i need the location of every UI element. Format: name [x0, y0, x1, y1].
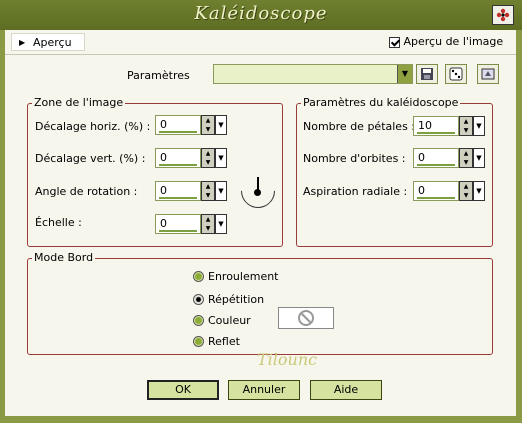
radio-label: Enroulement: [208, 269, 279, 283]
horiz-offset-label: Décalage horiz. (%) :: [35, 120, 151, 133]
spin-arrows[interactable]: ▲ ▼: [459, 116, 473, 136]
orbits-spinner[interactable]: 0 ▲ ▼ ▼: [413, 148, 487, 170]
preview-strip: ▶ Aperçu Aperçu de l'image: [5, 30, 516, 54]
spin-arrows[interactable]: ▲ ▼: [459, 181, 473, 201]
arrow-up-icon[interactable]: ▲: [202, 182, 214, 191]
vert-offset-label: Décalage vert. (%) :: [35, 152, 146, 165]
radio-wrap[interactable]: Enroulement: [193, 269, 279, 283]
no-color-icon: [298, 310, 314, 326]
orbits-label: Nombre d'orbites :: [303, 152, 406, 165]
chevron-down-icon[interactable]: ▼: [473, 116, 485, 136]
preview-toggle[interactable]: ▶ Aperçu: [11, 33, 85, 51]
arrow-up-icon[interactable]: ▲: [202, 215, 214, 224]
radio-label: Couleur: [208, 313, 251, 327]
radio-color[interactable]: Couleur: [193, 313, 251, 327]
edge-mode-title: Mode Bord: [32, 251, 96, 264]
preview-checkbox[interactable]: Aperçu de l'image: [389, 35, 503, 48]
radial-spinner[interactable]: 0 ▲ ▼ ▼: [413, 181, 487, 203]
reset-icon: [481, 68, 495, 80]
rotation-angle-spinner[interactable]: 0 ▲ ▼ ▼: [155, 181, 229, 203]
arrow-up-icon[interactable]: ▲: [202, 149, 214, 158]
arrow-down-icon[interactable]: ▼: [202, 158, 214, 167]
ok-button[interactable]: OK: [147, 380, 219, 400]
kaleido-title: Paramètres du kaléidoscope: [301, 96, 461, 109]
vert-offset-input[interactable]: 0: [155, 148, 201, 168]
params-label: Paramètres: [127, 69, 190, 82]
horiz-offset-input[interactable]: 0: [155, 115, 201, 135]
watermark: Tilounc: [257, 350, 318, 369]
divider: [5, 54, 516, 55]
vert-offset-spinner[interactable]: 0 ▲ ▼ ▼: [155, 148, 229, 170]
horiz-offset-spinner[interactable]: 0 ▲ ▼ ▼: [155, 115, 229, 137]
window-title: Kaléidoscope: [194, 3, 328, 24]
spin-arrows[interactable]: ▲ ▼: [201, 115, 215, 135]
chevron-down-icon[interactable]: ▼: [215, 214, 227, 234]
arrow-up-icon[interactable]: ▲: [460, 149, 472, 158]
arrow-down-icon[interactable]: ▼: [460, 158, 472, 167]
radio-icon[interactable]: [193, 270, 204, 282]
radio-label: Reflet: [208, 334, 240, 348]
help-button[interactable]: Aide: [310, 380, 382, 400]
arrow-down-icon[interactable]: ▼: [202, 125, 214, 134]
orbits-input[interactable]: 0: [413, 148, 459, 168]
arrow-down-icon[interactable]: ▼: [202, 191, 214, 200]
arrow-up-icon[interactable]: ▲: [460, 182, 472, 191]
scale-input[interactable]: 0: [155, 214, 201, 234]
params-dropdown[interactable]: ▼: [213, 64, 413, 84]
radial-label: Aspiration radiale :: [303, 185, 408, 198]
flower-icon[interactable]: [492, 5, 514, 25]
petals-input[interactable]: 10: [413, 116, 459, 136]
scale-spinner[interactable]: 0 ▲ ▼ ▼: [155, 214, 229, 236]
preview-toggle-label: Aperçu: [33, 36, 72, 49]
spin-arrows[interactable]: ▲ ▼: [201, 181, 215, 201]
floppy-icon: [421, 68, 433, 80]
scale-label: Échelle :: [35, 216, 82, 229]
dice-icon: [449, 67, 463, 81]
chevron-down-icon[interactable]: ▼: [215, 115, 227, 135]
spin-arrows[interactable]: ▲ ▼: [201, 148, 215, 168]
dialog-client: ▶ Aperçu Aperçu de l'image Paramètres ▼ …: [5, 30, 516, 416]
random-preset-button[interactable]: [445, 64, 467, 84]
radio-icon[interactable]: [193, 314, 204, 326]
title-bar[interactable]: Kaléidoscope: [0, 0, 522, 30]
radio-repeat[interactable]: Répétition: [193, 292, 264, 306]
chevron-down-icon[interactable]: ▼: [215, 181, 227, 201]
preview-checkbox-label: Aperçu de l'image: [403, 35, 504, 48]
save-preset-button[interactable]: [416, 64, 438, 84]
rotation-angle-label: Angle de rotation :: [35, 185, 138, 198]
cancel-button[interactable]: Annuler: [228, 380, 300, 400]
color-swatch[interactable]: [278, 307, 334, 329]
dial-center: [254, 189, 261, 196]
dialog-window: Kaléidoscope ▶ Aperçu Aperçu de l'image …: [0, 0, 522, 423]
chevron-down-icon[interactable]: ▼: [397, 65, 412, 83]
rotation-angle-input[interactable]: 0: [155, 181, 201, 201]
arrow-down-icon[interactable]: ▼: [460, 191, 472, 200]
petals-spinner[interactable]: 10 ▲ ▼ ▼: [413, 116, 487, 138]
arrow-up-icon[interactable]: ▲: [202, 116, 214, 125]
chevron-down-icon[interactable]: ▼: [215, 148, 227, 168]
radio-icon[interactable]: [193, 335, 204, 347]
radio-label: Répétition: [208, 292, 265, 306]
radial-input[interactable]: 0: [413, 181, 459, 201]
arrow-down-icon[interactable]: ▼: [460, 126, 472, 135]
arrow-up-icon[interactable]: ▲: [460, 117, 472, 126]
radio-selected-icon[interactable]: [193, 293, 204, 305]
petals-label: Nombre de pétales :: [303, 120, 416, 133]
spin-arrows[interactable]: ▲ ▼: [459, 148, 473, 168]
chevron-down-icon[interactable]: ▼: [473, 148, 485, 168]
checkbox-checked-icon[interactable]: [389, 36, 400, 48]
triangle-right-icon: ▶: [19, 38, 26, 47]
reset-preset-button[interactable]: [477, 64, 499, 84]
image-zone-title: Zone de l'image: [32, 96, 126, 109]
arrow-down-icon[interactable]: ▼: [202, 224, 214, 233]
radio-reflect[interactable]: Reflet: [193, 334, 240, 348]
spin-arrows[interactable]: ▲ ▼: [201, 214, 215, 234]
chevron-down-icon[interactable]: ▼: [473, 181, 485, 201]
